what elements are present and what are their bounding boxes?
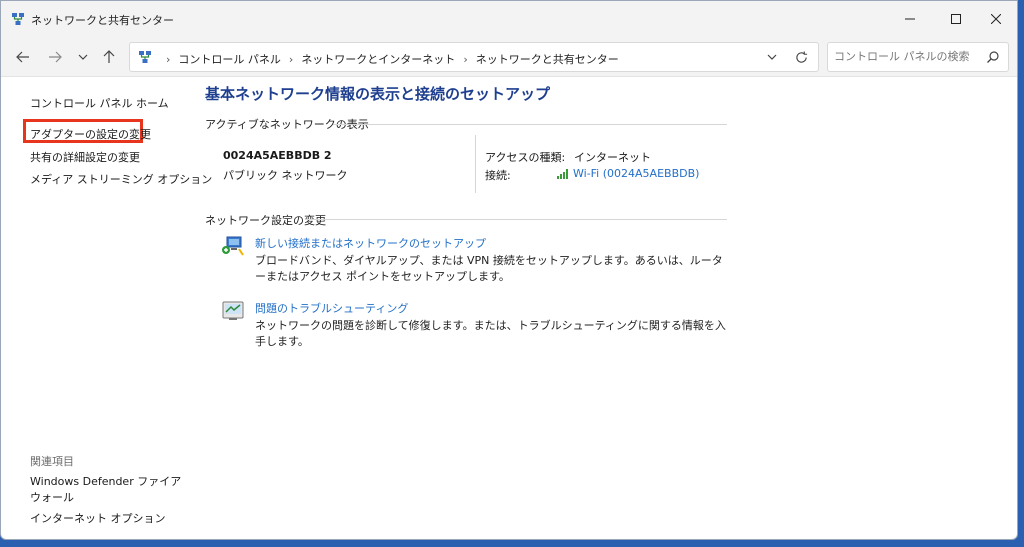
search-input[interactable]	[834, 50, 974, 63]
breadcrumb-network-center[interactable]: ネットワークと共有センター	[476, 51, 619, 67]
section-divider	[305, 219, 727, 220]
refresh-button[interactable]	[792, 48, 810, 66]
breadcrumb-control-panel[interactable]: コントロール パネル	[178, 51, 281, 67]
wifi-connection-label[interactable]: Wi-Fi (0024A5AEBBDB)	[573, 167, 699, 180]
breadcrumb-network-internet[interactable]: ネットワークとインターネット	[301, 51, 455, 67]
chevron-right-icon[interactable]: ›	[289, 53, 293, 66]
page-title: 基本ネットワーク情報の表示と接続のセットアップ	[205, 85, 551, 103]
search-box[interactable]	[827, 42, 1009, 72]
troubleshoot-icon	[222, 301, 244, 320]
search-icon[interactable]	[986, 50, 1000, 64]
new-connection-task: 新しい接続またはネットワークのセットアップ ブロードバンド、ダイヤルアップ、また…	[221, 235, 741, 283]
arrow-right-icon	[49, 51, 62, 63]
troubleshoot-link[interactable]: 問題のトラブルシューティング	[255, 300, 408, 316]
access-type-value: インターネット	[574, 151, 651, 164]
section-divider	[333, 124, 727, 125]
close-button[interactable]	[973, 1, 1017, 37]
wifi-connection-link[interactable]: Wi-Fi (0024A5AEBBDB)	[557, 167, 699, 180]
arrow-left-icon	[16, 51, 29, 63]
refresh-icon	[795, 50, 807, 63]
network-setup-icon	[222, 236, 244, 256]
chevron-right-icon: ›	[166, 52, 171, 66]
chevron-down-icon	[78, 54, 88, 60]
new-connection-description: ブロードバンド、ダイヤルアップ、または VPN 接続をセットアップします。あるい…	[255, 254, 723, 283]
chevron-down-icon	[767, 54, 777, 60]
chevron-right-icon[interactable]: ›	[463, 53, 467, 66]
troubleshoot-description: ネットワークの問題を診断して修復します。または、トラブルシューティングに関する情…	[255, 319, 726, 348]
recent-locations-button[interactable]	[71, 45, 95, 69]
address-bar[interactable]: › コントロール パネル › ネットワークとインターネット › ネットワークと共…	[129, 42, 819, 72]
network-sharing-center-window: ネットワークと共有センター › コントロール パネル › ネットワークとインター…	[0, 0, 1018, 540]
task-pane: コントロール パネル ホーム アダプターの設定の変更 共有の詳細設定の変更 メデ…	[1, 78, 212, 539]
internet-options-link[interactable]: インターネット オプション	[30, 510, 166, 526]
change-adapter-settings-link[interactable]: アダプターの設定の変更	[30, 126, 151, 142]
title-bar: ネットワークと共有センター	[1, 1, 1017, 37]
address-dropdown-button[interactable]	[764, 49, 780, 65]
navigation-bar: › コントロール パネル › ネットワークとインターネット › ネットワークと共…	[1, 37, 1017, 77]
window-title: ネットワークと共有センター	[31, 14, 174, 27]
minimize-icon	[905, 18, 915, 20]
minimize-button[interactable]	[887, 1, 933, 37]
windows-defender-firewall-link[interactable]: Windows Defender ファイアウォール	[30, 474, 190, 506]
maximize-icon	[951, 14, 961, 24]
close-icon	[991, 14, 1001, 24]
forward-button[interactable]	[43, 45, 67, 69]
back-button[interactable]	[11, 45, 35, 69]
change-settings-header: ネットワーク設定の変更	[205, 214, 326, 227]
access-type-label: アクセスの種類:	[485, 151, 566, 164]
wifi-signal-icon	[557, 168, 568, 179]
arrow-up-icon	[103, 50, 115, 63]
new-connection-link[interactable]: 新しい接続またはネットワークのセットアップ	[255, 235, 486, 251]
advanced-sharing-settings-link[interactable]: 共有の詳細設定の変更	[30, 149, 140, 165]
troubleshoot-task: 問題のトラブルシューティング ネットワークの問題を診断して修復します。または、ト…	[221, 300, 741, 348]
breadcrumb: › コントロール パネル › ネットワークとインターネット › ネットワークと共…	[158, 51, 619, 67]
vertical-divider	[475, 135, 476, 193]
network-type: パブリック ネットワーク	[223, 169, 348, 182]
media-streaming-options-link[interactable]: メディア ストリーミング オプション	[30, 171, 212, 187]
network-center-icon	[12, 13, 24, 25]
network-name: 0024A5AEBBDB 2	[223, 149, 332, 162]
up-button[interactable]	[97, 45, 121, 69]
network-center-icon	[139, 51, 151, 63]
related-header: 関連項目	[30, 455, 74, 468]
connection-label: 接続:	[485, 169, 511, 182]
control-panel-home-link[interactable]: コントロール パネル ホーム	[30, 95, 169, 111]
